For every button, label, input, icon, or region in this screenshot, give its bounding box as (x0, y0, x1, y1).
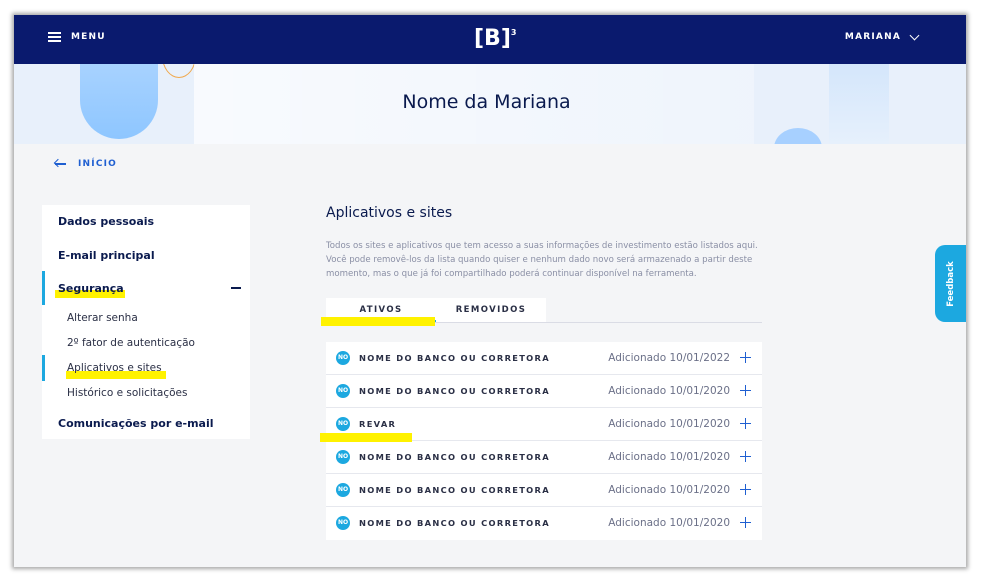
app-badge: NO (336, 516, 350, 530)
plus-icon[interactable] (740, 352, 751, 363)
sidebar-subitem-aplicativos-sites[interactable]: Aplicativos e sites (67, 362, 162, 374)
list-item[interactable]: NO NOME DO BANCO OU CORRETORA Adicionado… (326, 342, 762, 375)
sidebar-subitem-segundo-fator[interactable]: 2º fator de autenticação (67, 337, 195, 349)
hamburger-icon (48, 32, 61, 42)
logo-text: [B] (474, 26, 511, 51)
user-name: MARIANA (844, 32, 901, 42)
chevron-down-icon (909, 30, 920, 40)
app-badge: NO (336, 351, 350, 365)
sidebar-item-dados-pessoais[interactable]: Dados pessoais (58, 215, 154, 228)
sidebar-item-comunicacoes[interactable]: Comunicações por e-mail (58, 417, 214, 430)
sidebar-active-indicator (42, 271, 45, 305)
menu-label: MENU (71, 32, 106, 42)
app-date: Adicionado 10/01/2020 (608, 418, 730, 430)
app-badge: NO (336, 417, 350, 431)
top-bar: MENU [B]3 MARIANA (14, 15, 966, 64)
user-menu-button[interactable]: MARIANA (844, 30, 920, 42)
sidebar-subitem-alterar-senha[interactable]: Alterar senha (67, 312, 138, 324)
logo-superscript: 3 (510, 27, 517, 37)
feedback-tab[interactable]: Feedback (935, 245, 966, 322)
app-date: Adicionado 10/01/2020 (608, 484, 730, 496)
app-window: MENU [B]3 MARIANA Nome da Mariana INÍCIO… (14, 15, 966, 567)
app-date: Adicionado 10/01/2020 (608, 451, 730, 463)
list-item[interactable]: NO NOME DO BANCO OU CORRETORA Adicionado… (326, 507, 762, 540)
menu-button[interactable]: MENU (48, 32, 106, 42)
plus-icon[interactable] (740, 451, 751, 462)
app-badge: NO (336, 384, 350, 398)
section-title: Aplicativos e sites (326, 205, 453, 221)
minus-icon[interactable] (231, 287, 241, 289)
feedback-label: Feedback (945, 260, 956, 307)
profile-banner: Nome da Mariana (14, 64, 966, 144)
app-badge: NO (336, 483, 350, 497)
app-name: NOME DO BANCO OU CORRETORA (359, 386, 550, 396)
app-name: REVAR (359, 419, 397, 429)
app-name: NOME DO BANCO OU CORRETORA (359, 485, 550, 495)
list-item[interactable]: NO NOME DO BANCO OU CORRETORA Adicionado… (326, 375, 762, 408)
highlight-marker (320, 433, 412, 442)
sidebar-nav: Dados pessoais E-mail principal Seguranç… (42, 205, 250, 439)
sidebar-subitem-historico[interactable]: Histórico e solicitações (67, 387, 188, 399)
app-name: NOME DO BANCO OU CORRETORA (359, 353, 550, 363)
app-name: NOME DO BANCO OU CORRETORA (359, 452, 550, 462)
plus-icon[interactable] (740, 385, 751, 396)
sidebar-subitem-active-indicator (42, 355, 45, 381)
list-item[interactable]: NO NOME DO BANCO OU CORRETORA Adicionado… (326, 474, 762, 507)
sidebar-item-seguranca[interactable]: Segurança (58, 282, 124, 295)
page-title: Nome da Mariana (402, 91, 571, 113)
plus-icon[interactable] (740, 484, 751, 495)
section-description: Todos os sites e aplicativos que tem ace… (326, 241, 758, 279)
app-date: Adicionado 10/01/2020 (608, 385, 730, 397)
plus-icon[interactable] (740, 418, 751, 429)
plus-icon[interactable] (740, 517, 751, 528)
back-label: INÍCIO (78, 159, 118, 169)
app-date: Adicionado 10/01/2022 (608, 352, 730, 364)
decorative-dome-shape (774, 128, 822, 144)
app-badge: NO (336, 450, 350, 464)
decorative-ring-shape (162, 64, 196, 78)
app-name: NOME DO BANCO OU CORRETORA (359, 518, 550, 528)
app-date: Adicionado 10/01/2020 (608, 517, 730, 529)
back-link[interactable]: INÍCIO (53, 158, 118, 169)
arrow-left-icon (53, 158, 66, 169)
highlight-marker (321, 317, 435, 326)
list-item[interactable]: NO NOME DO BANCO OU CORRETORA Adicionado… (326, 441, 762, 474)
tab-removidos[interactable]: REMOVIDOS (436, 298, 546, 322)
sidebar-item-email-principal[interactable]: E-mail principal (58, 249, 155, 262)
b3-logo[interactable]: [B]3 (474, 26, 516, 51)
